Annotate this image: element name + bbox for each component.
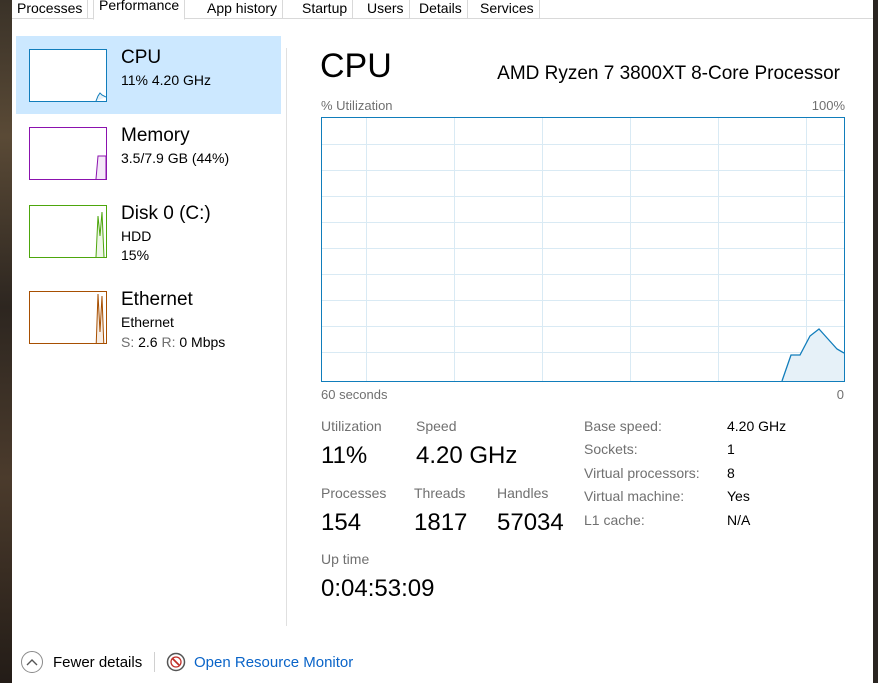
sidebar-item-title: Ethernet [121, 289, 193, 310]
send-label: S: [121, 334, 135, 350]
cpu-utilization-graph-svg [322, 118, 844, 381]
fewer-details-label: Fewer details [53, 653, 143, 671]
tab-performance[interactable]: Performance [93, 0, 186, 20]
threads-value: 1817 [414, 509, 468, 536]
speed-value: 4.20 GHz [416, 442, 518, 469]
sidebar-item-subtitle: 3.5/7.9 GB (44%) [121, 150, 230, 166]
sidebar-item-subtitle: 11% 4.20 GHz [121, 72, 212, 88]
utilization-label: Utilization [321, 418, 382, 434]
task-manager-window: Processes Performance App history Startu… [12, 0, 873, 683]
resource-monitor-icon [166, 652, 186, 672]
threads-label: Threads [414, 485, 466, 501]
open-resource-monitor-label: Open Resource Monitor [194, 653, 354, 671]
tab-app-history[interactable]: App history [202, 0, 284, 19]
memory-mini-graph [29, 127, 107, 180]
cpu-mini-graph-line [95, 92, 106, 101]
utilization-value: 11% [321, 442, 368, 469]
base-speed-label: Base speed: [584, 418, 662, 434]
tab-startup[interactable]: Startup [297, 0, 354, 19]
cpu-utilization-graph [321, 117, 845, 382]
sidebar-item-subtitle: Ethernet [121, 314, 174, 330]
base-speed-value: 4.20 GHz [727, 418, 787, 434]
tab-services[interactable]: Services [475, 0, 540, 19]
graph-grid [322, 118, 844, 381]
sidebar-item-title: Memory [121, 125, 190, 146]
l1-cache-label: L1 cache: [584, 512, 645, 528]
sidebar-item-value: 15% [121, 247, 150, 263]
sidebar-item-ethernet[interactable]: Ethernet Ethernet S: 2.6 R: 0 Mbps [16, 278, 281, 356]
send-value: 2.6 [138, 334, 158, 350]
processor-name: AMD Ryzen 7 3800XT 8-Core Processor [497, 63, 840, 84]
sidebar-item-disk[interactable]: Disk 0 (C:) HDD 15% [16, 192, 281, 270]
sockets-label: Sockets: [584, 441, 638, 457]
processes-value: 154 [321, 509, 362, 536]
sidebar-item-memory[interactable]: Memory 3.5/7.9 GB (44%) [16, 114, 281, 192]
page-title: CPU [320, 47, 392, 85]
handles-value: 57034 [497, 509, 564, 536]
sidebar-item-title: CPU [121, 47, 162, 68]
graph-y-max-label: 100% [811, 98, 845, 113]
footer-separator [154, 652, 155, 672]
tab-details[interactable]: Details [414, 0, 468, 19]
open-resource-monitor-link[interactable]: Open Resource Monitor [166, 650, 353, 674]
cpu-mini-graph [29, 49, 107, 102]
graph-x-right-label: 0 [836, 387, 844, 402]
sidebar-item-cpu[interactable]: CPU 11% 4.20 GHz [16, 36, 281, 114]
uptime-value: 0:04:53:09 [321, 575, 435, 602]
desktop-background-left [0, 0, 12, 683]
disk-mini-graph [29, 205, 107, 258]
processes-label: Processes [321, 485, 387, 501]
l1-cache-value: N/A [727, 512, 751, 528]
receive-value: 0 Mbps [179, 334, 226, 350]
speed-label: Speed [416, 418, 457, 434]
desktop-background-right [873, 0, 878, 683]
ethernet-mini-graph-line [95, 293, 105, 343]
receive-label: R: [161, 334, 176, 350]
graph-y-label: % Utilization [321, 98, 393, 113]
ethernet-mini-graph [29, 291, 107, 344]
sidebar-item-title: Disk 0 (C:) [121, 203, 211, 224]
tab-strip: Processes Performance App history Startu… [12, 0, 873, 20]
fewer-details-button[interactable]: Fewer details [21, 650, 142, 674]
sockets-value: 1 [727, 441, 735, 457]
memory-mini-graph-line [95, 155, 106, 179]
virtual-processors-label: Virtual processors: [584, 465, 700, 481]
uptime-label: Up time [321, 551, 370, 567]
ethernet-throughput: S: 2.6 R: 0 Mbps [121, 334, 225, 351]
graph-x-left-label: 60 seconds [321, 387, 388, 402]
sidebar-item-subtitle: HDD [121, 228, 152, 244]
virtual-machine-label: Virtual machine: [584, 488, 685, 504]
disk-mini-graph-line [95, 211, 105, 257]
tab-users[interactable]: Users [362, 0, 410, 19]
tab-processes[interactable]: Processes [12, 0, 89, 19]
virtual-machine-value: Yes [727, 488, 750, 504]
virtual-processors-value: 8 [727, 465, 735, 481]
chevron-up-icon [21, 651, 43, 673]
handles-label: Handles [497, 485, 549, 501]
panel-divider [286, 48, 287, 626]
